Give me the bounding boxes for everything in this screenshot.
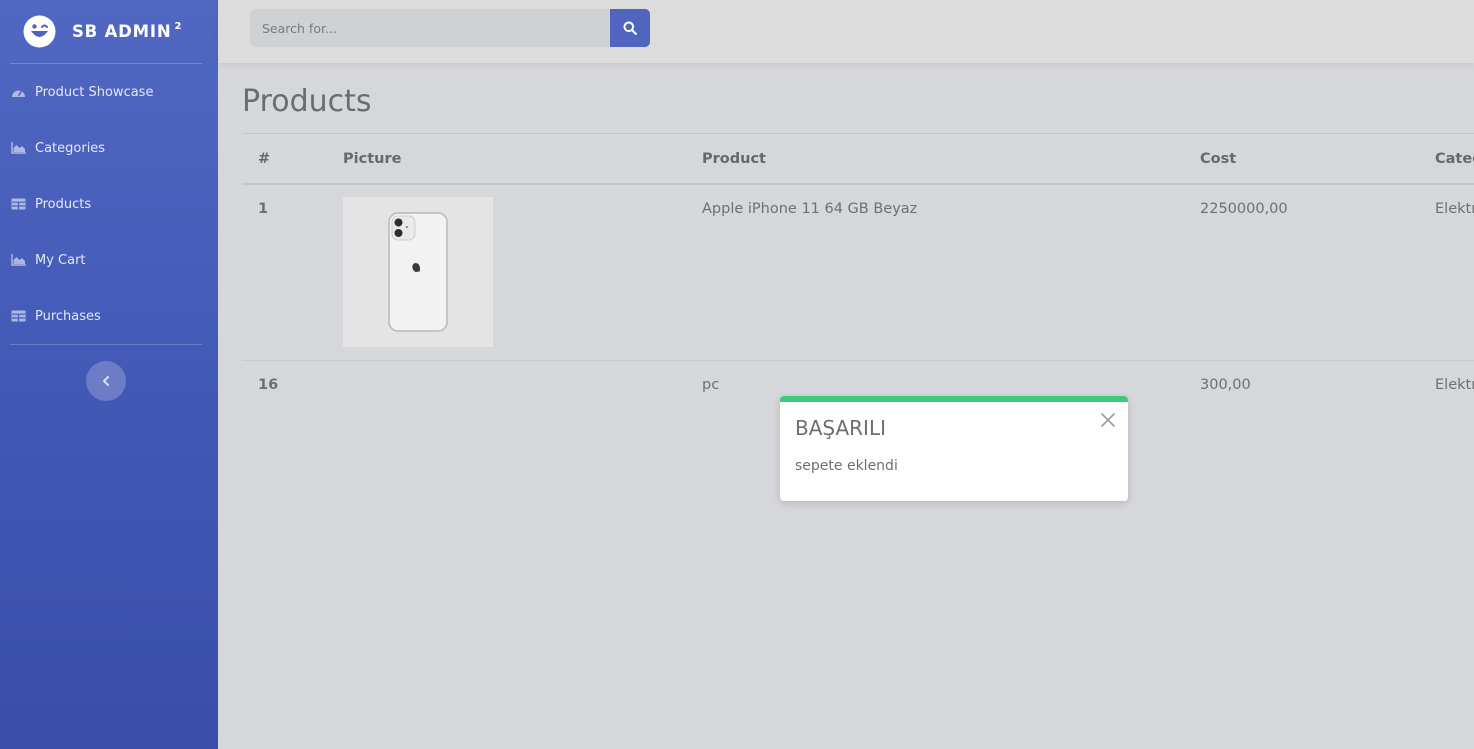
cell-category: Elektr [1419,184,1474,361]
sidebar-item-label: Products [35,196,92,212]
brand-name: SB ADMIN 2 [72,20,183,42]
brand[interactable]: SB ADMIN 2 [0,0,218,63]
table-row: 1 Apple iPhone 11 64 GB Beyaz 2250000,00… [242,184,1474,361]
chevron-left-icon [103,376,109,386]
sidebar-divider [10,344,202,345]
toast-accent-bar [780,396,1128,402]
column-header-cost: Cost [1184,133,1419,185]
cell-product: Apple iPhone 11 64 GB Beyaz [686,184,1184,361]
sidebar-item-products[interactable]: Products [0,176,218,232]
chart-area-icon [11,254,26,266]
tachometer-icon [12,90,25,97]
cell-cost: 2250000,00 [1184,184,1419,361]
cell-id: 1 [242,184,327,361]
sidebar-item-purchases[interactable]: Purchases [0,288,218,344]
brand-version: 2 [174,20,183,32]
laugh-wink-icon [23,15,56,48]
success-toast: BAŞARILI sepete eklendi [780,396,1128,501]
sidebar: SB ADMIN 2 Product Showcase Categories Pr… [0,0,218,749]
table-icon [11,310,26,322]
brand-title: SB ADMIN [72,22,172,41]
search-button[interactable] [610,9,650,47]
table-icon [11,198,26,210]
sidebar-toggle-button[interactable] [86,361,126,401]
sidebar-item-label: My Cart [35,252,86,268]
search-input[interactable] [250,9,610,47]
cell-picture [327,184,686,361]
cell-category: Elektr [1435,377,1474,393]
sidebar-item-product-showcase[interactable]: Product Showcase [0,64,218,120]
cell-id: 16 [258,377,279,393]
products-table: # Picture Product Cost Categ 1 Apple iP [242,133,1474,429]
sidebar-item-categories[interactable]: Categories [0,120,218,176]
toast-title: BAŞARILI [795,416,886,440]
product-image [343,197,493,347]
sidebar-item-my-cart[interactable]: My Cart [0,232,218,288]
search-icon [623,21,637,35]
cell-cost: 300,00 [1200,377,1251,393]
cell-picture [327,361,686,430]
search-form [250,9,650,47]
column-header-category: Categ [1419,133,1474,185]
close-icon[interactable] [1100,412,1116,428]
sidebar-item-label: Purchases [35,308,101,324]
page-title: Products [242,84,372,119]
chart-area-icon [11,142,26,154]
column-header-product: Product [686,133,1184,185]
sidebar-item-label: Product Showcase [35,84,154,100]
table-header-row: # Picture Product Cost Categ [242,133,1474,185]
column-header-id: # [242,133,327,185]
topbar [218,0,1474,63]
sidebar-item-label: Categories [35,140,106,156]
toast-message: sepete eklendi [795,458,898,474]
column-header-picture: Picture [327,133,686,185]
